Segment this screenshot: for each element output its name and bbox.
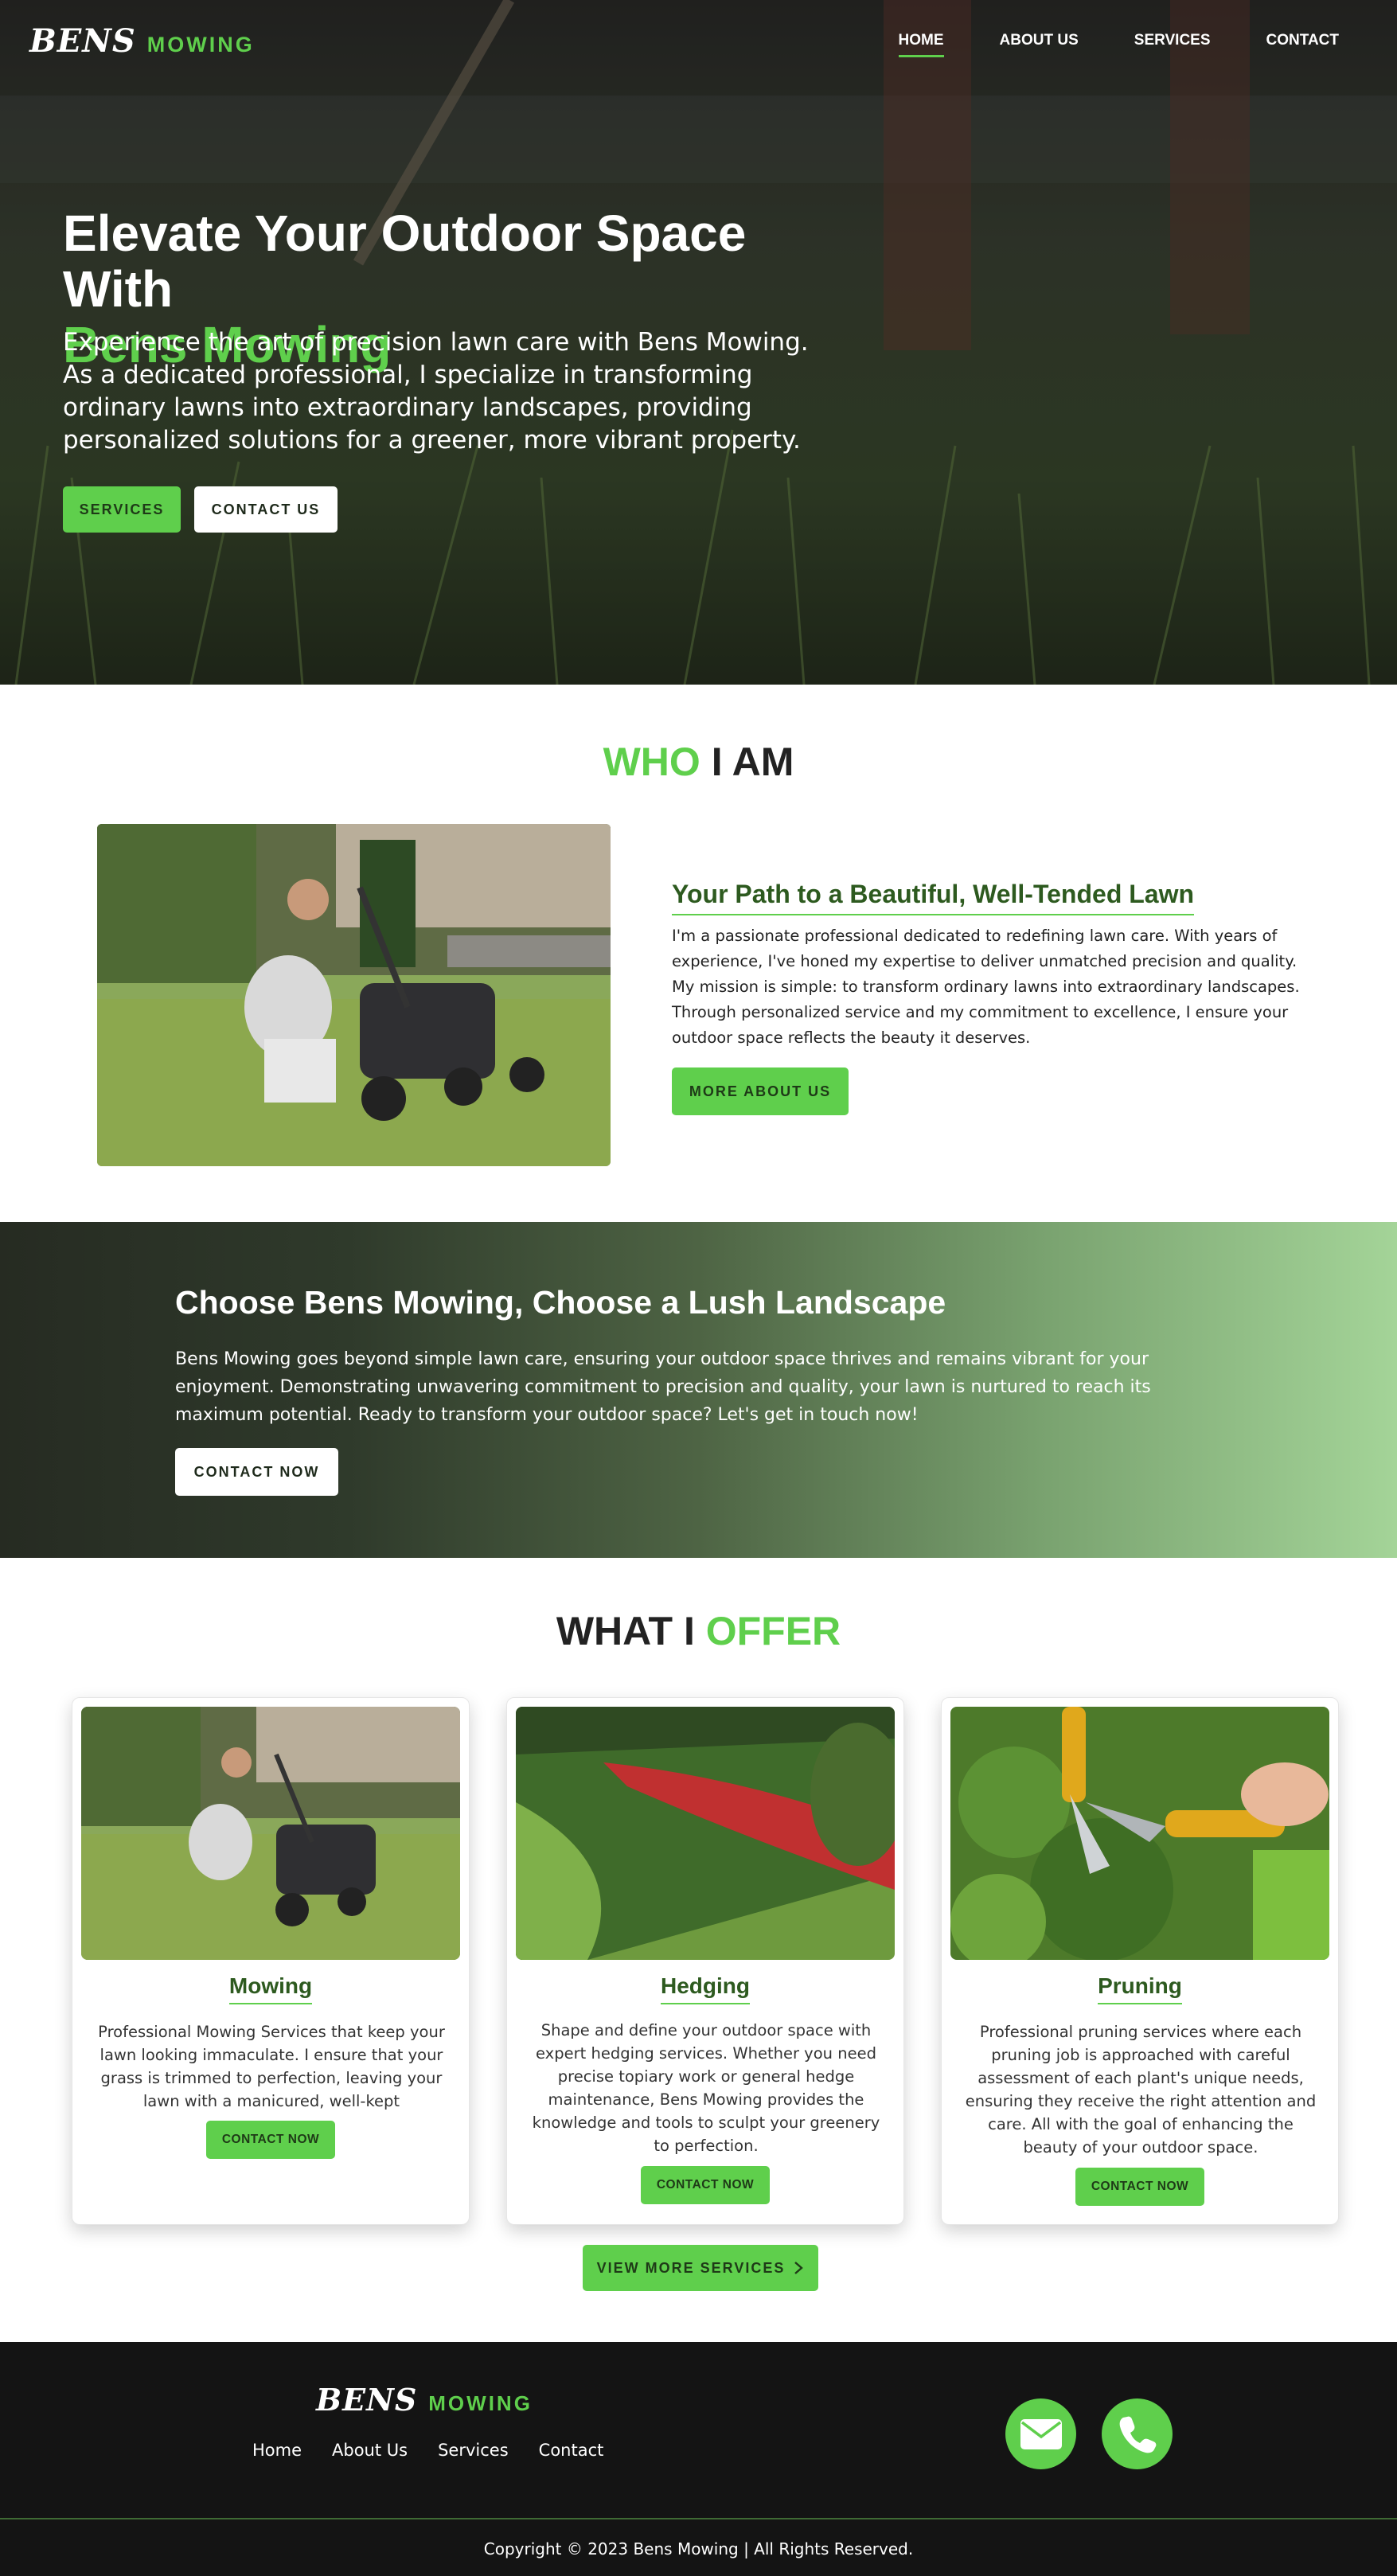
service-card-mowing: Mowing Professional Mowing Services that… (72, 1697, 470, 2225)
footer-logo[interactable]: BENS MOWING (316, 2382, 533, 2418)
envelope-icon (1020, 2418, 1062, 2449)
cta-text: Bens Mowing goes beyond simple lawn care… (175, 1349, 1151, 1425)
view-more-services-label: VIEW MORE SERVICES (596, 2259, 786, 2276)
pruning-card-title: Pruning (942, 1973, 1338, 2004)
about-heading: Your Path to a Beautiful, Well-Tended La… (672, 880, 1195, 915)
hedging-card-title-text: Hedging (661, 1973, 750, 2004)
footer-nav: Home About Us Services Contact (252, 2441, 603, 2460)
logo-word-text: MOWING (146, 33, 255, 57)
pruning-card-image (950, 1707, 1329, 1960)
footer-divider (0, 2518, 1397, 2519)
mowing-card-photo (81, 1707, 460, 1960)
pruning-card-text: Professional pruning services where each… (965, 2023, 1317, 2156)
view-more-services-button[interactable]: VIEW MORE SERVICES (583, 2245, 818, 2291)
hedging-contact-button[interactable]: CONTACT NOW (641, 2166, 770, 2204)
phone-button[interactable] (1102, 2398, 1173, 2469)
services-title-dark: WHAT I (556, 1609, 706, 1653)
hero-description: Experience the art of precision lawn car… (63, 328, 809, 455)
nav-links: HOME ABOUT US SERVICES CONTACT (898, 32, 1339, 57)
nav-item-about-us[interactable]: ABOUT US (1000, 32, 1079, 57)
nav-item-home[interactable]: HOME (898, 32, 944, 57)
pruning-contact-button[interactable]: CONTACT NOW (1075, 2168, 1204, 2206)
hedging-card-image (516, 1707, 895, 1960)
copyright-text: Copyright © 2023 Bens Mowing | All Right… (483, 2539, 914, 2558)
hedging-card-text: Shape and define your outdoor space with… (532, 2021, 880, 2155)
footer-link-about-us[interactable]: About Us (332, 2441, 408, 2460)
services-title-green: OFFER (705, 1609, 841, 1653)
main-nav: BENS MOWING HOME ABOUT US SERVICES CONTA… (0, 0, 1397, 88)
cta-title: Choose Bens Mowing, Choose a Lush Landsc… (175, 1284, 946, 1321)
about-mowing-photo (97, 824, 611, 1166)
hero-services-button[interactable]: SERVICES (63, 486, 181, 533)
footer-logo-word-text: MOWING (428, 2391, 533, 2415)
phone-icon (1119, 2416, 1156, 2453)
chevron-right-icon (794, 2262, 804, 2274)
pruning-card-title-text: Pruning (1098, 1973, 1182, 2004)
footer-link-contact[interactable]: Contact (539, 2441, 604, 2460)
hedging-card-photo (516, 1707, 895, 1960)
about-title-dark: I AM (700, 740, 794, 784)
hero-title-line1: Elevate Your Outdoor Space With (63, 205, 747, 318)
services-section-title: WHAT I OFFER (0, 1608, 1397, 1654)
mowing-photo-image (97, 824, 611, 1166)
more-about-us-button[interactable]: MORE ABOUT US (672, 1067, 849, 1115)
hero-contact-button[interactable]: CONTACT US (194, 486, 338, 533)
mowing-card-title: Mowing (72, 1973, 469, 2004)
footer-link-services[interactable]: Services (438, 2441, 509, 2460)
service-card-pruning: Pruning Professional pruning services wh… (941, 1697, 1339, 2225)
nav-item-services[interactable]: SERVICES (1134, 32, 1211, 57)
mowing-contact-button[interactable]: CONTACT NOW (206, 2121, 335, 2159)
mowing-card-image (81, 1707, 460, 1960)
cta-contact-now-button[interactable]: CONTACT NOW (175, 1448, 338, 1496)
footer-link-home[interactable]: Home (252, 2441, 302, 2460)
about-text: I'm a passionate professional dedicated … (672, 927, 1300, 1047)
header-logo[interactable]: BENS MOWING (29, 22, 255, 60)
mowing-card-text: Professional Mowing Services that keep y… (98, 2023, 445, 2133)
hedging-card-title: Hedging (507, 1973, 903, 2004)
footer-logo-script-text: BENS (316, 2382, 418, 2418)
about-title-green: WHO (603, 740, 700, 784)
logo-script-text: BENS (29, 22, 136, 60)
mowing-card-title-text: Mowing (228, 1973, 313, 2004)
service-card-hedging: Hedging Shape and define your outdoor sp… (506, 1697, 904, 2225)
hero-section: BENS MOWING HOME ABOUT US SERVICES CONTA… (0, 0, 1397, 685)
email-button[interactable] (1005, 2398, 1076, 2469)
pruning-card-photo (950, 1707, 1329, 1960)
about-section-title: WHO I AM (0, 739, 1397, 785)
nav-item-contact[interactable]: CONTACT (1266, 32, 1339, 57)
